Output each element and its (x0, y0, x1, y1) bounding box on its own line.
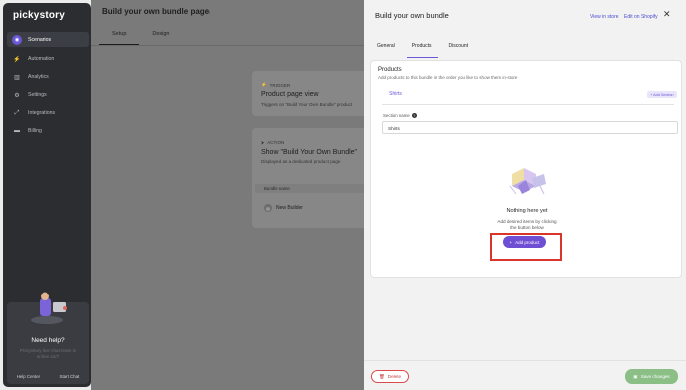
panel-tabs: General Products Discount (372, 43, 480, 58)
edit-pencil-icon[interactable]: ✎ (205, 8, 211, 16)
plus-icon: + (509, 239, 513, 245)
action-subtitle: Displayed as a dedicated product page (261, 159, 341, 164)
trigger-label: ⚡ TRIGGER (261, 82, 291, 88)
view-in-store-link[interactable]: View in store (590, 14, 619, 20)
bundle-row-name: New Builder (276, 205, 303, 211)
section-tabs-divider (382, 104, 674, 105)
tab-discount[interactable]: Discount (444, 43, 474, 58)
scenarios-icon: ◉ (12, 34, 22, 45)
action-icon: ⮞ (261, 140, 265, 145)
add-product-button[interactable]: + Add product (503, 236, 546, 248)
help-center-link[interactable]: Help Center (17, 374, 40, 379)
sidebar: pickystory ◉ Scenarios ⚡ Automation ▥ An… (3, 3, 91, 387)
close-icon[interactable]: ✕ (663, 9, 671, 20)
save-changes-button[interactable]: ▣ Save changes (625, 369, 678, 384)
tab-general[interactable]: General (372, 43, 401, 58)
sidebar-item-label: Automation (28, 56, 55, 62)
trigger-title: Product page view (261, 91, 319, 98)
lightning-icon: ⚡ (13, 56, 21, 63)
section-tab-shirts[interactable]: Shirts (382, 91, 409, 105)
help-title: Need help? (31, 337, 65, 344)
help-text: PickyStory live chat team is online 24/7 (20, 348, 76, 359)
info-icon[interactable]: ? (411, 113, 417, 118)
empty-state-text: Add desired items by clicking the button… (497, 219, 557, 230)
products-title: Products (378, 67, 402, 73)
help-card: Need help? PickyStory live chat team is … (7, 290, 89, 384)
action-title: Show "Build Your Own Bundle" (261, 149, 358, 156)
sidebar-item-settings[interactable]: ⚙ Settings (7, 87, 89, 103)
save-icon: ▣ (633, 373, 638, 379)
trigger-card[interactable]: ⚡ TRIGGER Product page view Triggers on … (252, 71, 372, 116)
action-card[interactable]: ⮞ ACTION Show "Build Your Own Bundle" Di… (252, 128, 372, 228)
delete-button[interactable]: 🗑 Delete (371, 370, 409, 383)
main-tabs: Setup Design (99, 28, 183, 45)
start-chat-link[interactable]: Start Chat (60, 374, 80, 379)
pickystory-logo[interactable]: pickystory (13, 10, 65, 21)
lightning-icon: ⚡ (261, 82, 267, 87)
section-name-input[interactable]: Shirts (382, 121, 678, 134)
sidebar-item-label: Integrations (28, 110, 56, 116)
integrations-icon: ⤢ (14, 109, 20, 116)
bundle-name-header: Bundle name (264, 186, 290, 191)
tab-products[interactable]: Products (406, 43, 438, 58)
tab-setup[interactable]: Setup (99, 28, 140, 45)
products-subtitle: Add products to this bundle in the order… (378, 75, 518, 80)
sidebar-item-analytics[interactable]: ▥ Analytics (7, 69, 89, 85)
bundle-table-header: Bundle name (255, 184, 372, 193)
panel-title: Build your own bundle (375, 11, 449, 20)
empty-state-title: Nothing here yet (506, 208, 548, 214)
trigger-subtitle: Triggers on "Build Your Own Bundle" prod… (261, 102, 353, 107)
sidebar-item-label: Settings (28, 92, 47, 98)
sidebar-item-scenarios[interactable]: ◉ Scenarios (7, 32, 89, 47)
sidebar-nav: ◉ Scenarios ⚡ Automation ▥ Analytics ⚙ S… (7, 32, 89, 141)
chart-icon: ▥ (14, 74, 20, 81)
panel-header: Build your own bundle View in store Edit… (364, 0, 686, 29)
section-name-label: Section name ? (383, 113, 417, 118)
sidebar-item-label: Scenarios (28, 36, 52, 43)
bundle-icon: ▤ (264, 204, 272, 212)
bundle-panel: Build your own bundle View in store Edit… (364, 0, 686, 390)
bundle-row[interactable]: ▤ New Builder (264, 204, 303, 212)
edit-on-shopify-link[interactable]: Edit on Shopify (624, 14, 658, 20)
tab-design[interactable]: Design (139, 28, 182, 45)
support-illustration (31, 290, 67, 324)
add-section-button[interactable]: + Add Section (647, 91, 677, 98)
help-links: Help Center Start Chat (7, 374, 89, 379)
sidebar-item-label: Billing (28, 128, 42, 134)
billing-icon: ▬ (14, 128, 20, 134)
page-title: Build your own bundle page (102, 7, 210, 16)
empty-box-illustration (509, 168, 546, 195)
sidebar-item-automation[interactable]: ⚡ Automation (7, 51, 89, 67)
sidebar-item-integrations[interactable]: ⤢ Integrations (7, 105, 89, 121)
panel-footer-divider (364, 360, 686, 361)
action-label: ⮞ ACTION (261, 140, 285, 145)
sidebar-item-billing[interactable]: ▬ Billing (7, 123, 89, 139)
gear-icon: ⚙ (14, 92, 20, 99)
sidebar-item-label: Analytics (28, 74, 49, 80)
trash-icon: 🗑 (378, 373, 385, 379)
